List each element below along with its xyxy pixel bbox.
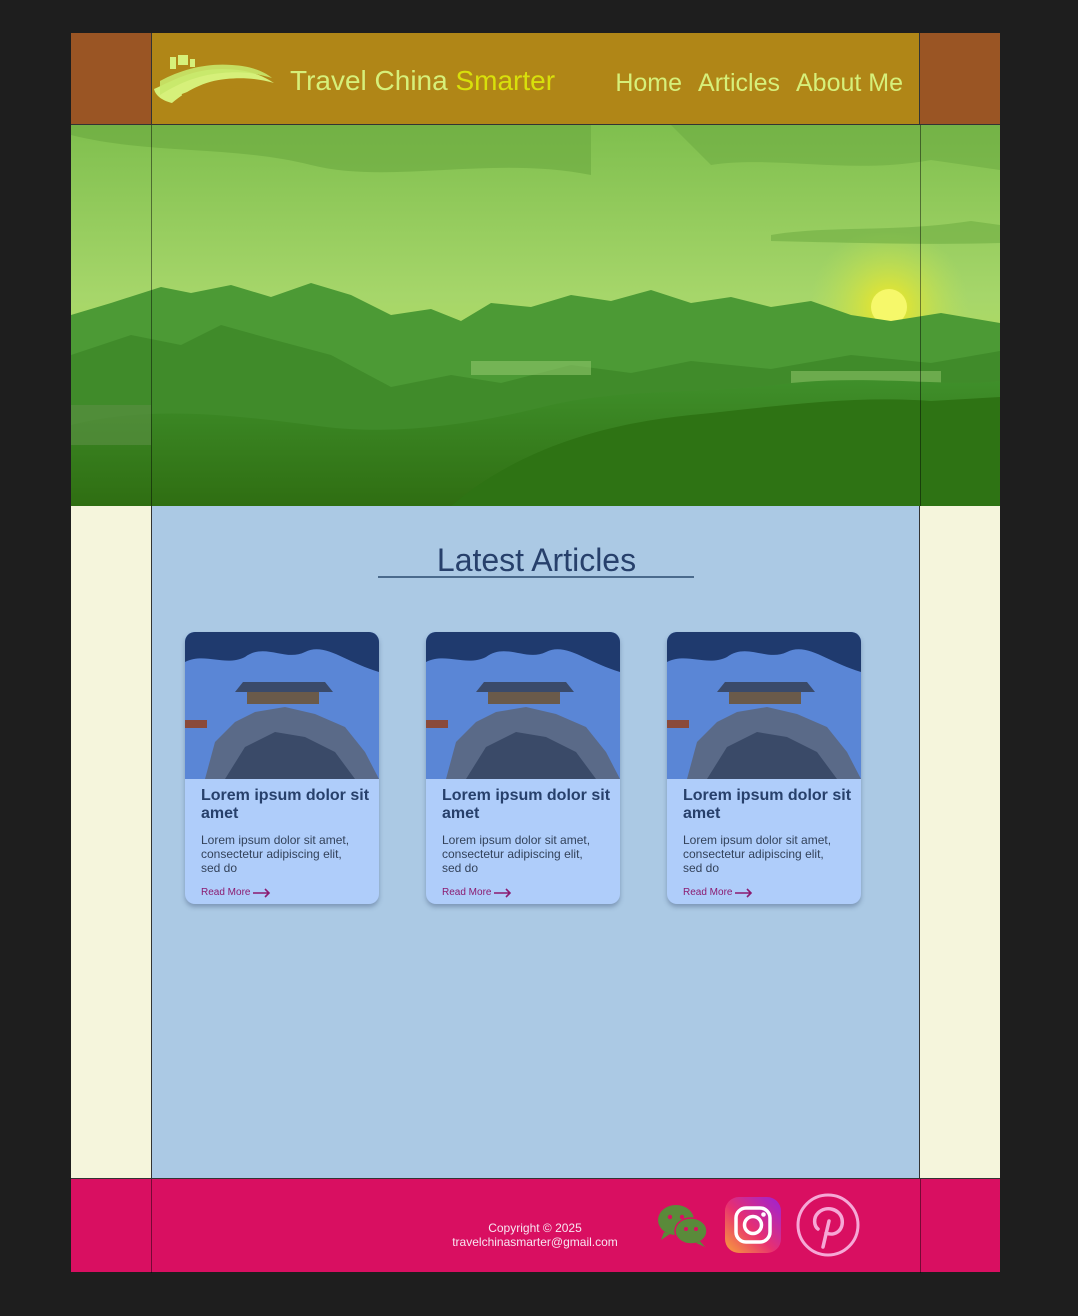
layout-guide-line [920, 125, 921, 506]
read-more-label: Read More [201, 887, 251, 898]
site-title[interactable]: Travel China Smarter [290, 65, 555, 97]
layout-guide-line [151, 125, 152, 506]
instagram-icon[interactable] [724, 1196, 782, 1254]
article-card-title: Lorem ipsum dolor sit amet [683, 787, 852, 822]
article-card-excerpt: Lorem ipsum dolor sit amet, consectetur … [442, 833, 591, 875]
arrow-right-icon [735, 887, 753, 898]
main-nav: Home Articles About Me [615, 69, 903, 98]
social-links [656, 1193, 860, 1257]
section-title: Latest Articles [436, 542, 637, 578]
layout-guide-line [920, 1179, 921, 1273]
read-more-label: Read More [683, 887, 733, 898]
layout-guide-line [151, 1179, 152, 1273]
nav-about-link[interactable]: About Me [796, 69, 903, 98]
arrow-right-icon [494, 887, 512, 898]
read-more-link[interactable]: Read More [683, 887, 753, 898]
great-wall-logo-icon[interactable] [152, 51, 276, 103]
header: Travel China Smarter Home Articles About… [71, 33, 1000, 125]
pinterest-icon[interactable] [796, 1193, 860, 1257]
article-card-excerpt: Lorem ipsum dolor sit amet, consectetur … [683, 833, 832, 875]
hero-landscape-image [71, 125, 1000, 506]
section-title-underline [378, 576, 694, 578]
site-title-accent: Smarter [455, 65, 556, 96]
nav-articles-link[interactable]: Articles [698, 69, 780, 98]
site-title-main: Travel China [290, 65, 456, 96]
article-card-title: Lorem ipsum dolor sit amet [201, 787, 370, 822]
nav-home-link[interactable]: Home [615, 69, 682, 98]
read-more-link[interactable]: Read More [201, 887, 271, 898]
article-card[interactable]: Lorem ipsum dolor sit amet Lorem ipsum d… [185, 632, 379, 904]
header-content: Travel China Smarter Home Articles About… [151, 33, 920, 125]
article-thumbnail-image [185, 632, 379, 779]
footer: Copyright © 2025 travelchinasmarter@gmai… [71, 1178, 1000, 1273]
copyright-text: Copyright © 2025 [488, 1221, 582, 1235]
article-thumbnail-image [667, 632, 861, 779]
article-card[interactable]: Lorem ipsum dolor sit amet Lorem ipsum d… [426, 632, 620, 904]
contact-email[interactable]: travelchinasmarter@gmail.com [435, 1235, 635, 1249]
latest-articles-section: Latest Articles Lorem ipsum dolor sit am… [151, 506, 920, 1178]
page: Travel China Smarter Home Articles About… [71, 33, 1000, 1273]
copyright-block: Copyright © 2025 travelchinasmarter@gmai… [435, 1221, 635, 1249]
article-thumbnail-image [426, 632, 620, 779]
read-more-link[interactable]: Read More [442, 887, 512, 898]
wechat-icon[interactable] [656, 1202, 710, 1248]
hero-banner [71, 125, 1000, 506]
article-card-title: Lorem ipsum dolor sit amet [442, 787, 611, 822]
arrow-right-icon [253, 887, 271, 898]
read-more-label: Read More [442, 887, 492, 898]
article-card-excerpt: Lorem ipsum dolor sit amet, consectetur … [201, 833, 350, 875]
article-card[interactable]: Lorem ipsum dolor sit amet Lorem ipsum d… [667, 632, 861, 904]
